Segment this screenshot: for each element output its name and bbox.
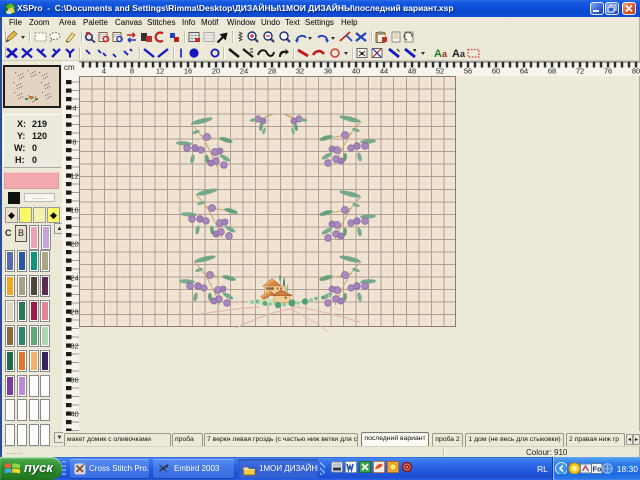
- svg-text:20: 20: [70, 240, 78, 249]
- svg-text:A: A: [452, 48, 460, 60]
- svg-text:24: 24: [240, 67, 248, 76]
- svg-text:20: 20: [212, 67, 220, 76]
- svg-text:28: 28: [268, 67, 276, 76]
- svg-text:32: 32: [70, 342, 78, 351]
- svg-text:72: 72: [576, 67, 584, 76]
- svg-text:48: 48: [408, 67, 416, 76]
- svg-text:56: 56: [464, 67, 472, 76]
- svg-text:4: 4: [102, 67, 106, 76]
- svg-text:4: 4: [72, 104, 76, 113]
- svg-text:36: 36: [70, 376, 78, 385]
- svg-text:44: 44: [380, 67, 388, 76]
- svg-text:64: 64: [520, 67, 528, 76]
- svg-text:A: A: [434, 48, 442, 60]
- svg-text:12: 12: [156, 67, 164, 76]
- svg-text:a: a: [442, 49, 448, 59]
- svg-text:60: 60: [492, 67, 500, 76]
- svg-text:8: 8: [72, 138, 76, 147]
- svg-text:52: 52: [436, 67, 444, 76]
- svg-text:8: 8: [130, 67, 134, 76]
- svg-text:80: 80: [632, 67, 640, 76]
- svg-text:76: 76: [604, 67, 612, 76]
- svg-text:28: 28: [70, 308, 78, 317]
- svg-text:40: 40: [70, 410, 78, 419]
- svg-text:Fo: Fo: [593, 465, 603, 474]
- svg-text:12: 12: [70, 172, 78, 181]
- svg-text:40: 40: [352, 67, 360, 76]
- svg-text:16: 16: [184, 67, 192, 76]
- svg-text:68: 68: [548, 67, 556, 76]
- svg-text:36: 36: [324, 67, 332, 76]
- svg-text:16: 16: [70, 206, 78, 215]
- svg-text:24: 24: [70, 274, 78, 283]
- svg-text:a: a: [460, 49, 466, 59]
- svg-text:32: 32: [296, 67, 304, 76]
